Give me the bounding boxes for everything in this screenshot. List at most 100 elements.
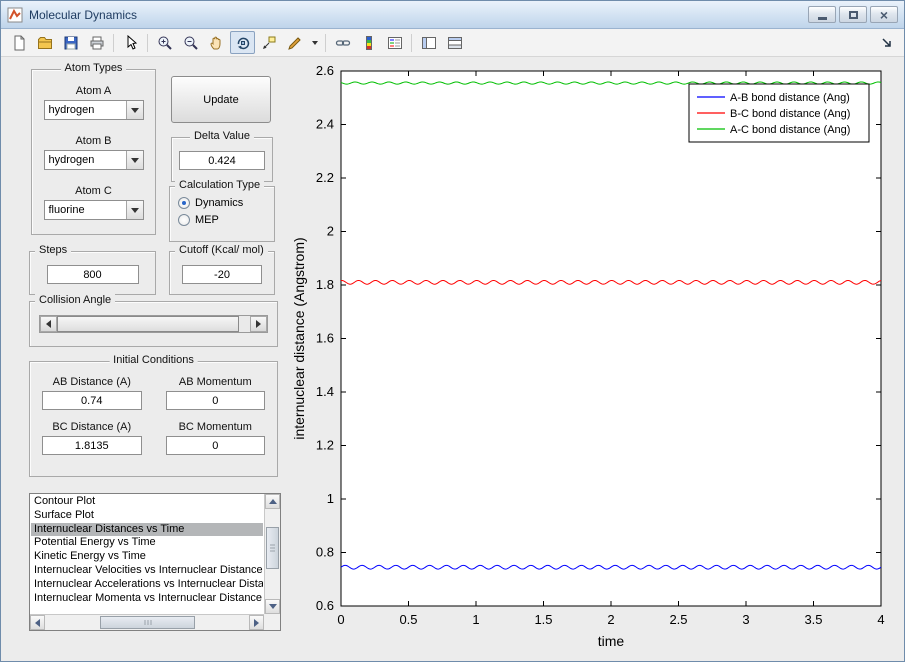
panel-title: Cutoff (Kcal/ mol)	[175, 244, 268, 256]
listbox-items: Contour PlotSurface PlotInternuclear Dis…	[31, 495, 263, 613]
close-icon: ×	[880, 8, 888, 22]
bc-distance-field[interactable]: 1.8135	[42, 436, 142, 455]
scroll-down-button[interactable]	[265, 599, 280, 614]
ab-distance-label: AB Distance (A)	[42, 376, 142, 388]
radio-dynamics[interactable]: Dynamics	[178, 197, 274, 209]
scroll-thumb[interactable]	[100, 616, 195, 629]
initial-conditions-panel: Initial Conditions AB Distance (A) AB Mo…	[29, 361, 278, 477]
dock-figure-icon	[880, 36, 894, 50]
bc-momentum-field[interactable]: 0	[166, 436, 266, 455]
list-item[interactable]: Internuclear Velocities vs Internuclear …	[31, 564, 263, 578]
list-item[interactable]: Internuclear Accelerations vs Internucle…	[31, 578, 263, 592]
slider-right-arrow[interactable]	[250, 316, 267, 332]
figure-content: Atom Types Atom A hydrogen Atom B hydrog…	[1, 57, 905, 662]
radio-icon	[178, 197, 190, 209]
show-plot-tools-button[interactable]	[442, 31, 467, 54]
list-item[interactable]: Surface Plot	[31, 509, 263, 523]
collision-angle-slider[interactable]	[39, 315, 268, 333]
atom-c-value: fluorine	[45, 201, 126, 219]
hide-plot-tools-icon	[421, 35, 437, 51]
scroll-up-button[interactable]	[265, 494, 280, 509]
atom-c-select[interactable]: fluorine	[44, 200, 144, 220]
rotate-3d-button[interactable]	[230, 31, 255, 54]
list-item[interactable]: Contour Plot	[31, 495, 263, 509]
insert-colorbar-button[interactable]	[356, 31, 381, 54]
delta-value-field[interactable]: 0.424	[179, 151, 265, 170]
list-item[interactable]: Internuclear Distances vs Time	[31, 523, 263, 537]
atom-b-select[interactable]: hydrogen	[44, 150, 144, 170]
print-figure-icon	[89, 35, 105, 51]
edit-plot-button[interactable]	[118, 31, 143, 54]
x-tick-label: 1.5	[534, 612, 552, 627]
print-figure-button[interactable]	[84, 31, 109, 54]
chevron-down-icon[interactable]	[126, 101, 143, 119]
radio-label: Dynamics	[195, 197, 243, 209]
x-tick-label: 3.5	[804, 612, 822, 627]
brush-button[interactable]	[282, 31, 307, 54]
insert-legend-button[interactable]	[382, 31, 407, 54]
atom-a-select[interactable]: hydrogen	[44, 100, 144, 120]
atom-types-panel: Atom Types Atom A hydrogen Atom B hydrog…	[31, 69, 156, 235]
scroll-thumb[interactable]	[266, 527, 279, 569]
pan-button[interactable]	[204, 31, 229, 54]
cutoff-panel: Cutoff (Kcal/ mol) -20	[169, 251, 275, 295]
app-window: Molecular Dynamics ×	[0, 0, 905, 662]
horizontal-scrollbar[interactable]	[30, 614, 264, 630]
cutoff-field[interactable]: -20	[182, 265, 262, 284]
steps-field[interactable]: 800	[47, 265, 139, 284]
minimize-button[interactable]	[808, 6, 836, 23]
figure-toolbar	[1, 29, 904, 57]
ab-momentum-field[interactable]: 0	[166, 391, 266, 410]
plot-type-listbox[interactable]: Contour PlotSurface PlotInternuclear Dis…	[29, 493, 281, 631]
list-item[interactable]: Internuclear Momenta vs Internuclear Dis…	[31, 592, 263, 606]
pan-icon	[209, 35, 225, 51]
save-figure-button[interactable]	[58, 31, 83, 54]
list-item[interactable]: Potential Energy vs Time	[31, 536, 263, 550]
open-file-button[interactable]	[32, 31, 57, 54]
new-figure-button[interactable]	[6, 31, 31, 54]
y-tick-label: 1.6	[316, 331, 334, 346]
zoom-in-button[interactable]	[152, 31, 177, 54]
zoom-out-icon	[183, 35, 199, 51]
radio-mep[interactable]: MEP	[178, 214, 274, 226]
arrow-right-icon	[254, 619, 259, 627]
delta-value-panel: Delta Value 0.424	[171, 137, 273, 182]
plot[interactable]: 00.511.522.533.540.60.811.21.41.61.822.2…	[291, 57, 905, 662]
brush-dropdown-button[interactable]	[308, 31, 321, 54]
vertical-scrollbar[interactable]	[264, 494, 280, 614]
update-button[interactable]: Update	[171, 76, 271, 123]
maximize-button[interactable]	[839, 6, 867, 23]
close-button[interactable]: ×	[870, 6, 898, 23]
scroll-right-button[interactable]	[249, 615, 264, 630]
arrow-left-icon	[46, 320, 51, 328]
y-tick-label: 0.8	[316, 545, 334, 560]
scroll-left-button[interactable]	[30, 615, 45, 630]
chevron-down-icon[interactable]	[126, 151, 143, 169]
ab-distance-field[interactable]: 0.74	[42, 391, 142, 410]
y-tick-label: 2.2	[316, 170, 334, 185]
list-item[interactable]: Kinetic Energy vs Time	[31, 550, 263, 564]
chevron-glyph	[131, 208, 139, 213]
toolbar-separator	[113, 34, 114, 52]
legend-label: A-C bond distance (Ang)	[730, 124, 850, 136]
dock-figure-button[interactable]	[874, 31, 899, 54]
titlebar: Molecular Dynamics ×	[1, 1, 904, 29]
bc-distance-label: BC Distance (A)	[42, 421, 142, 433]
link-plot-button[interactable]	[330, 31, 355, 54]
zoom-out-button[interactable]	[178, 31, 203, 54]
slider-track[interactable]	[57, 316, 250, 332]
toolbar-separator	[147, 34, 148, 52]
control-panel: Atom Types Atom A hydrogen Atom B hydrog…	[1, 57, 291, 662]
chevron-down-icon[interactable]	[126, 201, 143, 219]
legend-label: B-C bond distance (Ang)	[730, 108, 850, 120]
scroll-track[interactable]	[45, 615, 249, 630]
slider-left-arrow[interactable]	[40, 316, 57, 332]
hide-plot-tools-button[interactable]	[416, 31, 441, 54]
slider-thumb[interactable]	[57, 316, 239, 332]
data-cursor-button[interactable]	[256, 31, 281, 54]
bc-momentum-label: BC Momentum	[166, 421, 266, 433]
window-title: Molecular Dynamics	[29, 8, 137, 22]
x-tick-label: 2	[607, 612, 614, 627]
scroll-track[interactable]	[265, 509, 280, 599]
y-tick-label: 2.6	[316, 63, 334, 78]
